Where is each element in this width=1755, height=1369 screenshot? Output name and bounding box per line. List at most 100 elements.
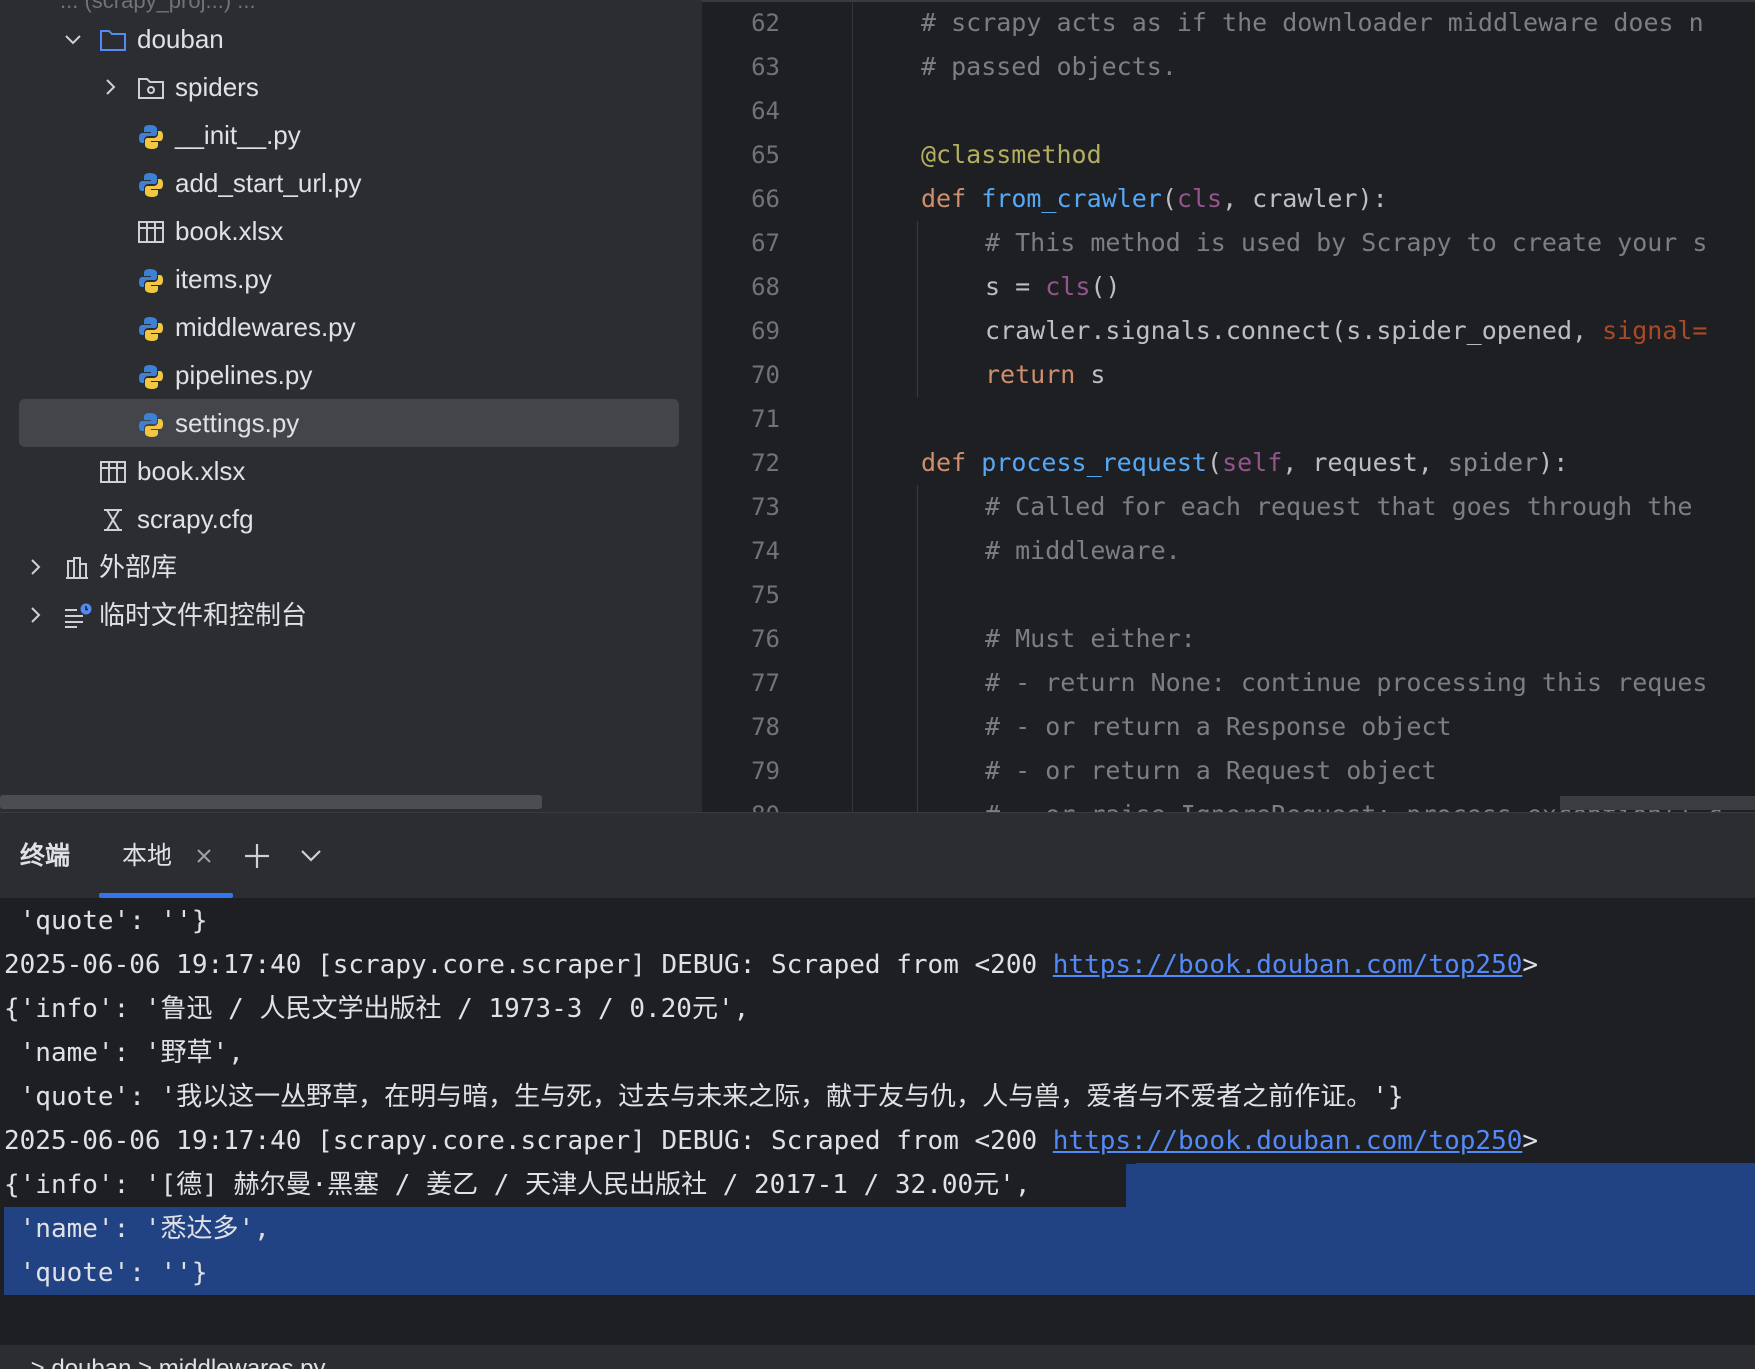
code-line-78: # - or return a Response object [985, 712, 1452, 741]
line-number: 73 [751, 493, 780, 521]
terminal-line: {'info': '鲁迅 / 人民文学出版社 / 1973-3 / 0.20元'… [4, 994, 750, 1024]
code-line-73: # Called for each request that goes thro… [985, 492, 1693, 521]
line-number: 64 [751, 97, 780, 125]
url-link[interactable]: https://book.douban.com/top250 [1053, 950, 1523, 980]
line-number: 77 [751, 669, 780, 697]
selection-highlight [1136, 1163, 1755, 1207]
tree-item-label: add_start_url.py [175, 168, 362, 198]
line-number: 68 [751, 273, 780, 301]
chevron-right-icon[interactable] [100, 77, 120, 97]
log-text: 2025-06-06 19:17:40 [scrapy.core.scraper… [4, 950, 1053, 980]
code-token-cls: cls [1176, 184, 1223, 213]
code-token: crawler.signals.connect(s.spider_opened, [985, 316, 1603, 345]
library-icon [63, 555, 89, 581]
tree-item-middlewares-py[interactable]: middlewares.py [0, 303, 702, 351]
tree-item-label: settings.py [175, 408, 300, 438]
chevron-down-icon[interactable] [298, 845, 324, 867]
scratches-icon [63, 603, 92, 629]
line-number: 74 [751, 537, 780, 565]
code-editor[interactable]: 62 63 64 65 66 67 68 69 70 71 72 73 74 7… [702, 0, 1755, 812]
terminal-line: 'quote': ''} [4, 906, 208, 936]
code-line-79: # - or return a Request object [985, 756, 1437, 785]
line-number: 76 [751, 625, 780, 653]
tree-item-label: pipelines.py [175, 360, 313, 390]
tree-item-douban-folder[interactable]: douban [0, 15, 702, 63]
selection-highlight [1126, 1164, 1136, 1207]
tree-item-scrapy-cfg[interactable]: scrapy.cfg [0, 495, 702, 543]
tree-item-label: douban [137, 24, 224, 54]
chevron-right-icon[interactable] [25, 605, 45, 625]
editor-horizontal-scrollbar[interactable] [1560, 796, 1755, 810]
tab-local[interactable]: 本地 [122, 813, 172, 899]
code-line-69: crawler.signals.connect(s.spider_opened,… [985, 309, 1707, 353]
code-line-65: @classmethod [921, 140, 1102, 169]
line-number: 71 [751, 405, 780, 433]
url-link[interactable]: https://book.douban.com/top250 [1053, 1126, 1523, 1156]
chevron-right-icon[interactable] [25, 557, 45, 577]
code-line-70: return s [985, 353, 1105, 397]
code-token: () [1090, 272, 1121, 301]
code-line-74: # middleware. [985, 536, 1181, 565]
code-token-cls: cls [1045, 272, 1091, 301]
keyword-def: def [921, 448, 982, 477]
tree-item-label: scrapy.cfg [137, 504, 254, 534]
line-number: 62 [751, 9, 780, 37]
status-bar: ... > douban > middlewares.py [0, 1345, 1755, 1369]
code-line-72: def process_request(self, request, spide… [921, 441, 1568, 485]
tree-item-label: 临时文件和控制台 [99, 600, 308, 630]
terminal-line: 2025-06-06 19:17:40 [scrapy.core.scraper… [4, 943, 1538, 987]
table-file-icon [99, 459, 126, 485]
tree-item-pipelines-py[interactable]: pipelines.py [0, 351, 702, 399]
tree-item-label: spiders [175, 72, 259, 102]
code-line-76: # Must either: [985, 624, 1196, 653]
code-line-77: # - return None: continue processing thi… [985, 668, 1708, 697]
tree-item-init-py[interactable]: __init__.py [0, 111, 702, 159]
tree-item-book-xlsx-root[interactable]: book.xlsx [0, 447, 702, 495]
terminal-output[interactable]: 'quote': ''} 2025-06-06 19:17:40 [scrapy… [0, 898, 1755, 1345]
code-token: s [1075, 360, 1106, 389]
line-number: 66 [751, 185, 780, 213]
line-number: 69 [751, 317, 780, 345]
terminal-line: 'name': '野草', [4, 1038, 244, 1068]
tree-item-items-py[interactable]: items.py [0, 255, 702, 303]
python-file-icon [137, 267, 163, 293]
line-number: 70 [751, 361, 780, 389]
code-line-68: s = cls() [985, 265, 1120, 309]
tree-item-book-xlsx[interactable]: book.xlsx [0, 207, 702, 255]
python-file-icon [137, 171, 163, 197]
indent-guide [917, 485, 918, 812]
tree-item-label: 外部库 [99, 552, 178, 582]
tree-horizontal-scrollbar[interactable] [0, 795, 542, 809]
chevron-down-icon[interactable] [63, 29, 83, 49]
terminal-tool-window-title: 终端 [20, 842, 71, 870]
add-tab-icon[interactable] [242, 841, 272, 871]
tree-item-external-libraries[interactable]: 外部库 [0, 543, 702, 591]
python-file-icon [137, 123, 163, 149]
tree-item-label: middlewares.py [175, 312, 356, 342]
log-text: 2025-06-06 19:17:40 [scrapy.core.scraper… [4, 1126, 1053, 1156]
line-number: 72 [751, 449, 780, 477]
line-number-gutter: 62 63 64 65 66 67 68 69 70 71 72 73 74 7… [702, 0, 852, 812]
tree-item-scratches-and-consoles[interactable]: 临时文件和控制台 [0, 591, 702, 639]
code-token-unused-param: spider [1447, 448, 1539, 477]
indent-guide [917, 221, 918, 397]
close-icon[interactable] [192, 844, 216, 868]
function-name: from_crawler [981, 184, 1162, 213]
config-file-icon [99, 507, 125, 533]
line-number: 65 [751, 141, 780, 169]
line-number: 78 [751, 713, 780, 741]
gutter-separator [852, 0, 853, 812]
code-token: , request, [1282, 448, 1448, 477]
log-text: > [1522, 950, 1539, 980]
breadcrumb[interactable]: ... > douban > middlewares.py [4, 1355, 326, 1369]
tree-item-add-start-url-py[interactable]: add_start_url.py [0, 159, 702, 207]
table-file-icon [137, 219, 164, 245]
line-number: 75 [751, 581, 780, 609]
python-file-icon [137, 315, 163, 341]
tree-item-settings-py[interactable]: settings.py [0, 399, 702, 447]
line-number: 63 [751, 53, 780, 81]
tree-item-spiders-folder[interactable]: spiders [0, 63, 702, 111]
line-number: 67 [751, 229, 780, 257]
terminal-line: 'quote': ''} [4, 1258, 208, 1288]
line-number: 79 [751, 757, 780, 785]
